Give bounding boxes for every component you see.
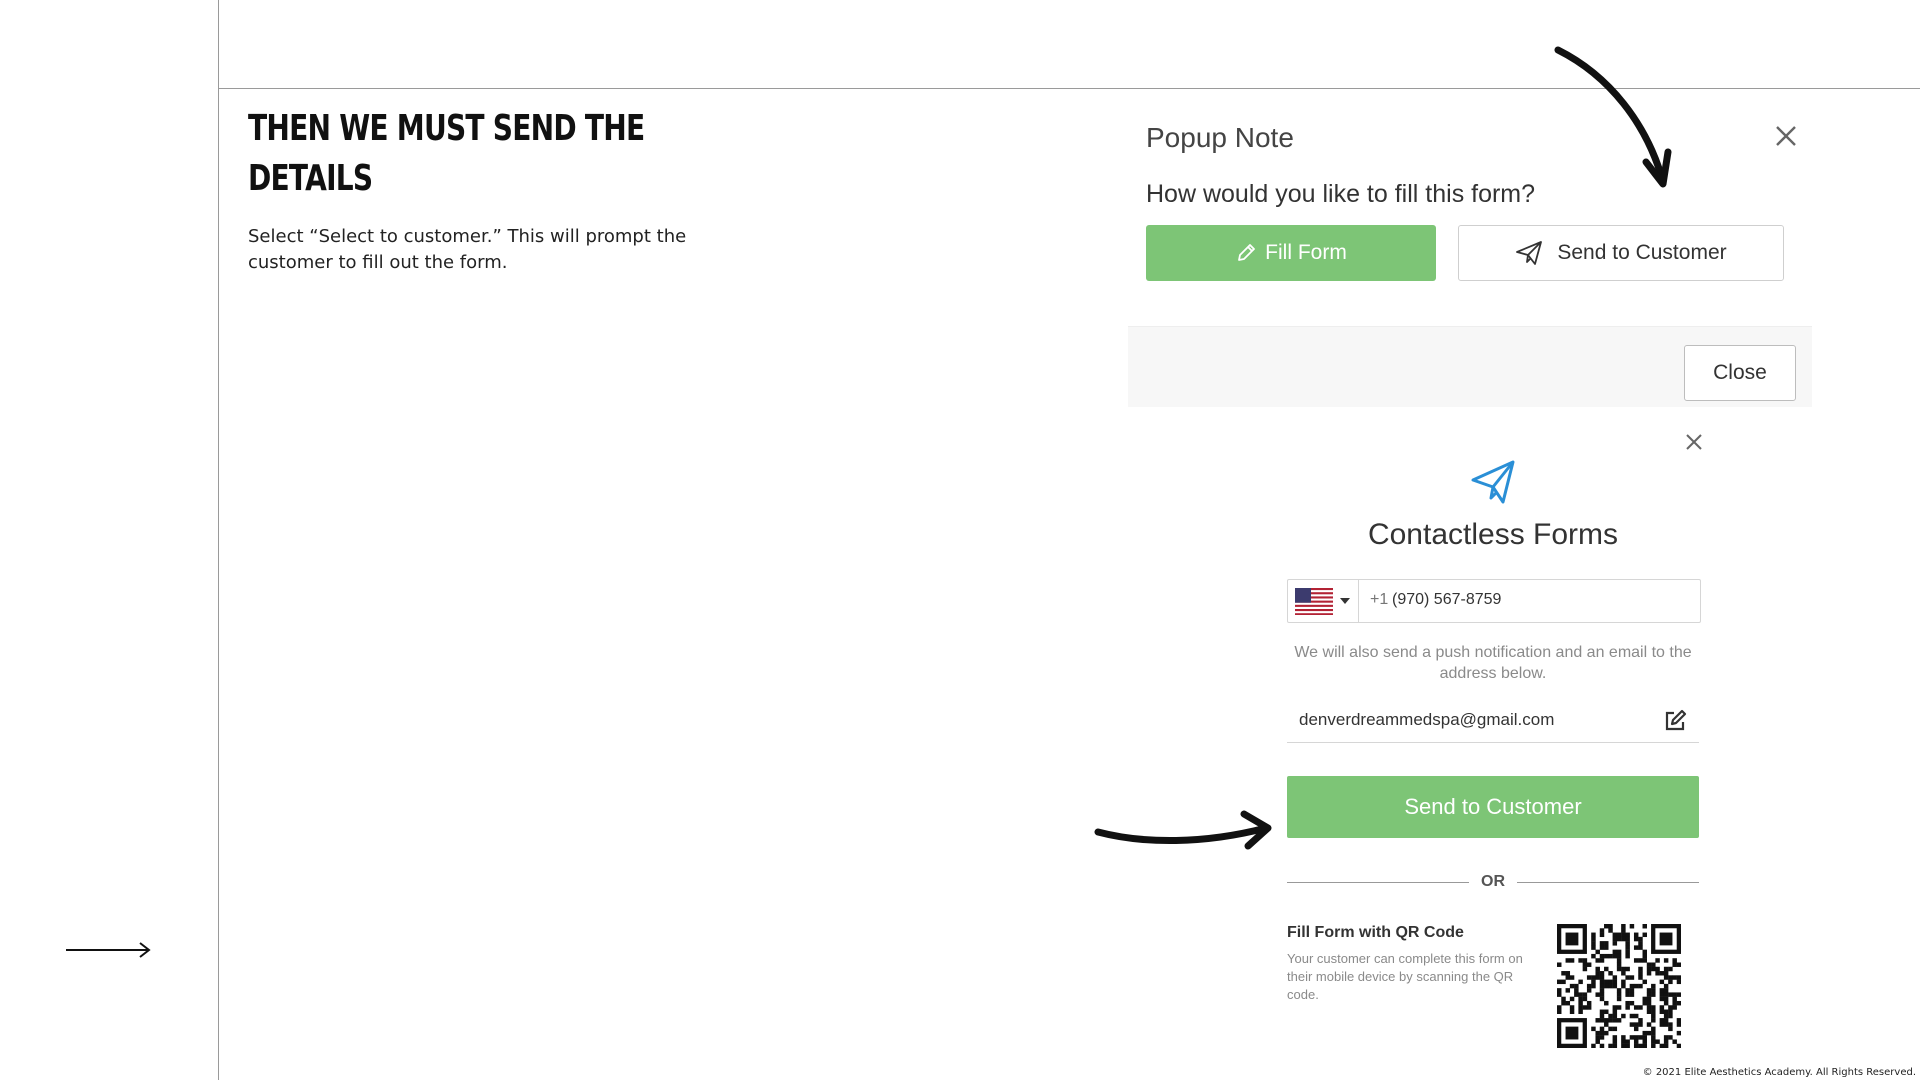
send-to-customer-primary-button[interactable]: Send to Customer bbox=[1287, 776, 1699, 838]
contactless-forms-title: Contactless Forms bbox=[1367, 518, 1619, 551]
qr-description: Your customer can complete this form on … bbox=[1287, 951, 1523, 1002]
slide-heading: Then we must send the details bbox=[248, 108, 645, 199]
notification-note: We will also send a push notification an… bbox=[1294, 644, 1692, 682]
slide-vertical-divider bbox=[218, 0, 219, 1080]
divider-line bbox=[1517, 882, 1699, 883]
qr-code-icon bbox=[1557, 924, 1681, 1048]
send-to-customer-label: Send to Customer bbox=[1557, 241, 1727, 264]
slide-description: Select “Select to customer.” This will p… bbox=[248, 226, 687, 273]
curved-arrow-icon bbox=[1094, 810, 1272, 850]
close-icon[interactable] bbox=[1770, 120, 1802, 152]
popup-note-dialog: Popup Note How would you like to fill th… bbox=[1128, 106, 1812, 407]
chevron-down-icon bbox=[1340, 598, 1350, 604]
qr-title: Fill Form with QR Code bbox=[1287, 924, 1464, 941]
phone-field[interactable]: +1 (970) 567-8759 bbox=[1287, 579, 1701, 623]
email-value: denverdreammedspa@gmail.com bbox=[1299, 710, 1555, 729]
popup-question: How would you like to fill this form? bbox=[1146, 180, 1536, 208]
paper-plane-icon bbox=[1516, 241, 1543, 265]
phone-input[interactable]: (970) 567-8759 bbox=[1392, 591, 1501, 609]
email-field[interactable]: denverdreammedspa@gmail.com bbox=[1287, 700, 1699, 743]
copyright-text: © 2021 Elite Aesthetics Academy. All Rig… bbox=[1642, 1067, 1916, 1078]
us-flag-icon bbox=[1295, 588, 1333, 615]
edit-icon[interactable] bbox=[1662, 708, 1688, 734]
curved-arrow-icon bbox=[1554, 46, 1672, 188]
fill-form-button[interactable]: Fill Form bbox=[1146, 225, 1436, 281]
dial-code: +1 bbox=[1370, 591, 1389, 608]
popup-footer: Close bbox=[1128, 326, 1812, 407]
paper-plane-icon bbox=[1471, 460, 1515, 504]
arrow-right-icon bbox=[66, 942, 151, 958]
popup-title: Popup Note bbox=[1146, 122, 1294, 153]
pencil-icon bbox=[1238, 244, 1256, 261]
or-divider: OR bbox=[1287, 872, 1699, 894]
contactless-close-icon[interactable] bbox=[1684, 432, 1704, 452]
close-button[interactable]: Close bbox=[1684, 345, 1796, 401]
fill-form-label: Fill Form bbox=[1265, 241, 1347, 264]
send-to-customer-button[interactable]: Send to Customer bbox=[1458, 225, 1784, 281]
country-selector[interactable] bbox=[1288, 580, 1359, 622]
